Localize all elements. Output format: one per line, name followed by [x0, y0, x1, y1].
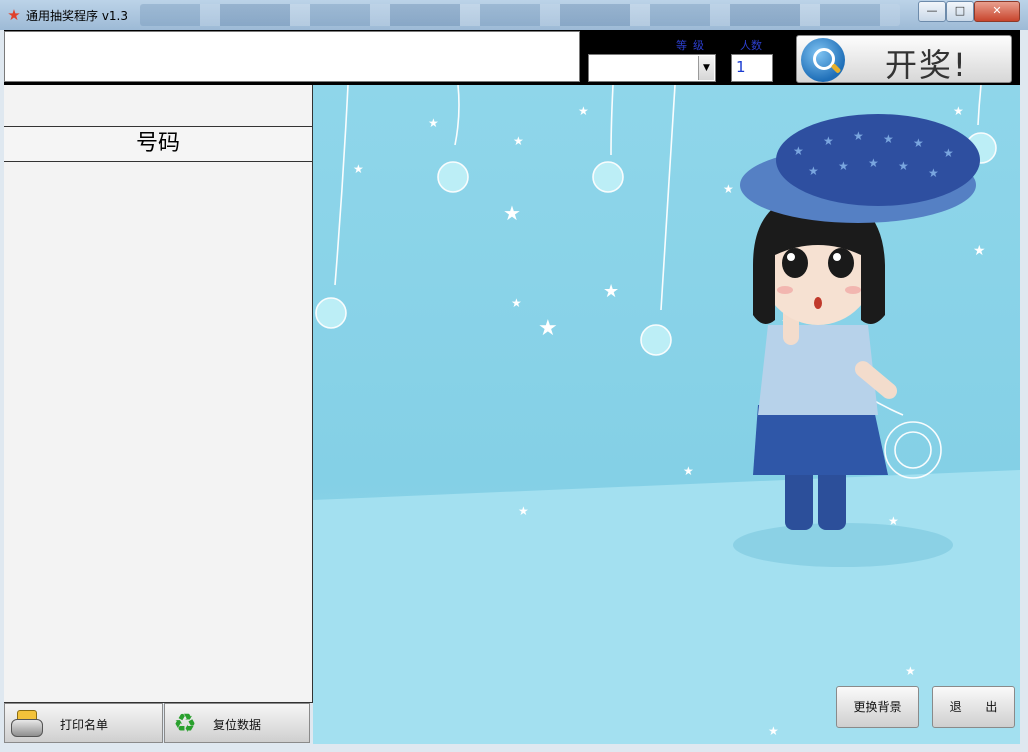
app-window: ★ 通用抽奖程序 v1.3 — □ ✕ 等级 人数 ▼ 1 开奖! 号码 打印名…	[0, 0, 1028, 752]
svg-text:★: ★	[511, 296, 522, 310]
reset-data-label: 复位数据	[213, 718, 262, 732]
exit-button[interactable]: 退 出	[932, 686, 1015, 728]
svg-text:★: ★	[905, 664, 916, 678]
svg-text:★: ★	[868, 156, 879, 170]
star-icon: ★	[7, 6, 21, 24]
svg-text:★: ★	[913, 136, 924, 150]
draw-button-label: 开奖!	[885, 46, 968, 84]
recycle-icon: ♻	[173, 709, 197, 739]
background-taskbar-blur	[140, 4, 900, 26]
background-image: ★ ★ ★ ★ ★ ★ ★ ★ ★ ★ ★ ★ ★ ★ ★ ★ ★ ★ ★ ★ …	[313, 85, 1020, 744]
svg-text:★: ★	[953, 104, 964, 118]
window-title: 通用抽奖程序 v1.3	[26, 9, 129, 23]
magnifier-icon	[801, 38, 845, 82]
svg-text:★: ★	[513, 134, 524, 148]
level-label: 等级	[676, 39, 710, 52]
change-background-button[interactable]: 更换背景	[836, 686, 919, 728]
svg-text:★: ★	[973, 243, 986, 259]
minimize-button[interactable]: —	[918, 1, 946, 22]
number-list-panel[interactable]	[4, 85, 313, 703]
maximize-button[interactable]: □	[946, 1, 974, 22]
svg-text:★: ★	[503, 201, 521, 225]
svg-text:★: ★	[943, 146, 954, 160]
printer-icon	[11, 710, 43, 737]
svg-text:★: ★	[793, 144, 804, 158]
svg-text:★: ★	[768, 724, 779, 738]
draw-button[interactable]: 开奖!	[796, 35, 1012, 84]
number-column-header: 号码	[4, 126, 313, 162]
level-select[interactable]: ▼	[588, 54, 716, 82]
svg-text:★: ★	[578, 104, 589, 118]
svg-text:★: ★	[838, 159, 849, 173]
svg-text:★: ★	[808, 164, 819, 178]
svg-text:★: ★	[928, 166, 939, 180]
svg-text:★: ★	[518, 504, 529, 518]
svg-text:★: ★	[428, 116, 439, 130]
count-input[interactable]: 1	[731, 54, 773, 82]
svg-text:★: ★	[883, 132, 894, 146]
count-label: 人数	[740, 39, 762, 52]
svg-text:★: ★	[723, 182, 734, 196]
winner-display-field[interactable]	[4, 31, 580, 82]
svg-text:★: ★	[683, 464, 694, 478]
svg-text:★: ★	[853, 129, 864, 143]
svg-text:★: ★	[823, 134, 834, 148]
svg-text:★: ★	[538, 316, 558, 341]
chevron-down-icon[interactable]: ▼	[698, 56, 714, 80]
svg-text:★: ★	[353, 162, 364, 176]
title-bar[interactable]: ★ 通用抽奖程序 v1.3 — □ ✕	[0, 0, 1028, 30]
print-list-label: 打印名单	[60, 718, 109, 732]
svg-text:★: ★	[603, 281, 619, 302]
reset-data-button[interactable]: ♻ 复位数据	[164, 703, 310, 743]
close-button[interactable]: ✕	[974, 1, 1020, 22]
svg-text:★: ★	[898, 159, 909, 173]
print-list-button[interactable]: 打印名单	[4, 703, 163, 743]
